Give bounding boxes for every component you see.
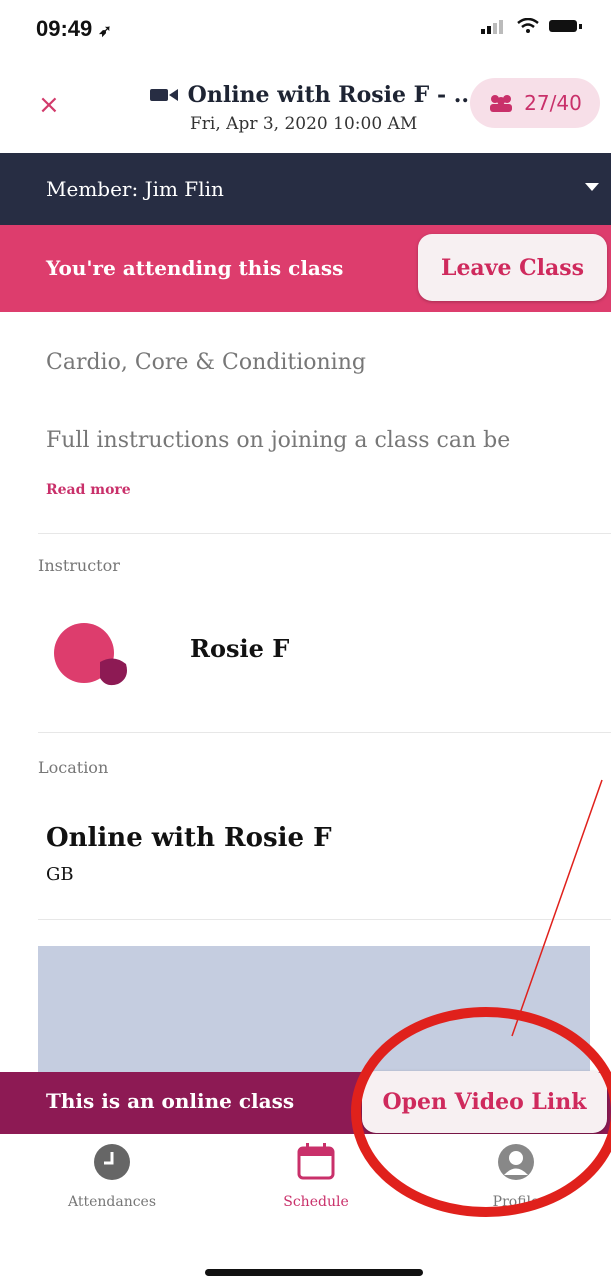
tab-label: Schedule (283, 1194, 349, 1210)
class-datetime: Fri, Apr 3, 2020 10:00 AM (190, 114, 418, 134)
divider (38, 919, 611, 920)
member-label: Member: Jim Flin (46, 177, 224, 201)
home-indicator (205, 1269, 423, 1276)
location-section-label: Location (38, 758, 109, 777)
tab-schedule[interactable]: Schedule (236, 1142, 396, 1210)
divider (38, 732, 611, 733)
instructor-name: Rosie F (190, 634, 290, 663)
tab-label: Attendances (67, 1194, 157, 1210)
profile-icon (498, 1144, 534, 1180)
divider (38, 533, 611, 534)
status-icons (481, 18, 583, 34)
calendar-icon (297, 1143, 335, 1180)
attendance-count-text: 27/40 (524, 91, 582, 115)
location-arrow-icon: ➶ (98, 23, 112, 40)
open-video-link-button[interactable]: Open Video Link (362, 1071, 607, 1133)
tab-label: Profile (492, 1194, 540, 1210)
instructor-avatar[interactable] (52, 620, 136, 694)
chevron-down-icon (585, 183, 599, 191)
instructor-section-label: Instructor (38, 556, 120, 575)
attendance-count-badge[interactable]: 27/40 (470, 78, 600, 128)
online-class-text: This is an online class (46, 1089, 295, 1113)
attending-banner: You're attending this class Leave Class (0, 225, 611, 312)
status-time-text: 09:49 (36, 16, 93, 41)
attending-text: You're attending this class (46, 256, 344, 280)
battery-icon (549, 20, 582, 32)
signal-icon (481, 20, 503, 34)
leave-class-button[interactable]: Leave Class (418, 234, 607, 301)
wifi-icon (517, 18, 539, 33)
class-title-text: Online with Rosie F - ... (187, 82, 477, 108)
class-category: Cardio, Core & Conditioning (46, 350, 366, 375)
close-button[interactable]: × (38, 90, 60, 120)
status-time: 09:49 ➶ (36, 16, 112, 42)
tab-attendances[interactable]: Attendances (32, 1142, 192, 1210)
online-class-banner: This is an online class Open Video Link (0, 1071, 611, 1134)
read-more-link[interactable]: Read more (46, 482, 131, 498)
location-name: Online with Rosie F (46, 823, 332, 853)
people-icon (490, 95, 513, 112)
class-description: Full instructions on joining a class can… (46, 428, 511, 453)
bottom-tab-bar: Attendances Schedule Profile (0, 1134, 611, 1281)
video-camera-icon (150, 83, 180, 109)
clock-icon (94, 1144, 130, 1180)
map-placeholder[interactable] (38, 946, 590, 1076)
class-title: Online with Rosie F - ... (150, 82, 480, 109)
location-country: GB (46, 864, 74, 885)
tab-profile[interactable]: Profile (436, 1142, 596, 1210)
member-selector[interactable]: Member: Jim Flin (0, 153, 611, 225)
